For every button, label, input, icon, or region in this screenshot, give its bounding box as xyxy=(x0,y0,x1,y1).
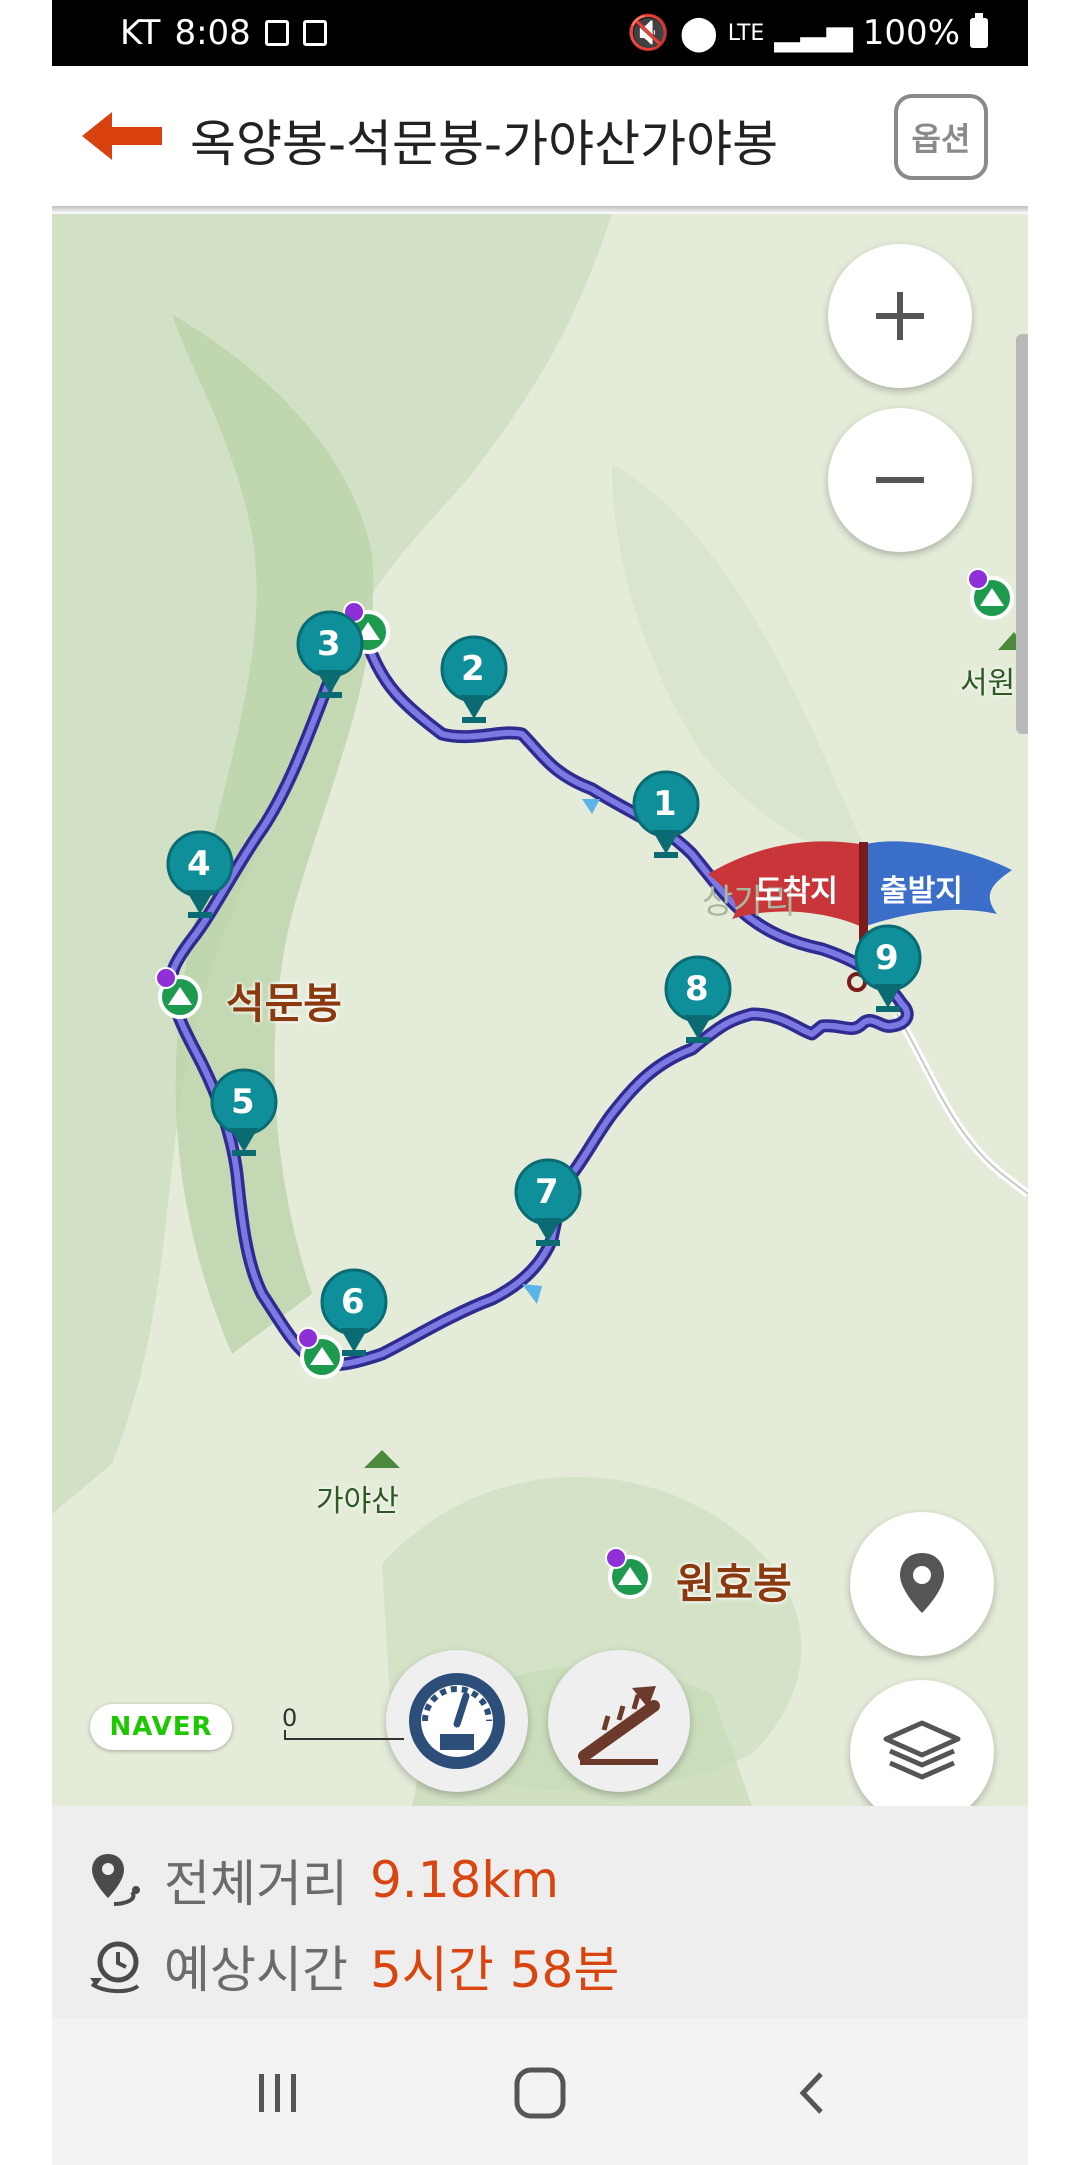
waypoint-label[interactable]: 2 xyxy=(461,649,485,689)
network-label: LTE xyxy=(727,20,765,46)
clock: 8:08 xyxy=(174,13,251,53)
home-icon xyxy=(514,2067,566,2119)
peak-label-wonhyobong[interactable]: 원효봉 xyxy=(676,1550,792,1611)
top-app-bar: 옥양봉-석문봉-가야산가야봉 옵션 xyxy=(52,66,1028,206)
carrier-label: KT xyxy=(120,13,161,53)
back-arrow-icon xyxy=(82,112,162,160)
back-button[interactable] xyxy=(76,106,166,166)
waypoint-label[interactable]: 4 xyxy=(187,844,211,884)
waypoint-label[interactable]: 8 xyxy=(685,969,709,1009)
mute-icon: 🔇 xyxy=(627,13,670,53)
layers-icon xyxy=(883,1720,961,1780)
recent-apps-icon xyxy=(259,2074,296,2112)
side-panel-handle[interactable] xyxy=(1016,334,1028,734)
time-row: 예상시간 5시간 58분 xyxy=(88,1930,619,2002)
my-location-button[interactable] xyxy=(850,1512,994,1656)
peak-label-seokmunbong[interactable]: 석문봉 xyxy=(226,970,342,1031)
time-value: 5시간 58분 xyxy=(370,1941,620,1999)
clock-icon xyxy=(90,1941,140,1993)
zoom-in-button[interactable] xyxy=(828,244,972,388)
waypoint-label[interactable]: 3 xyxy=(317,624,341,664)
signal-icon: ▂▃▅ xyxy=(774,13,853,53)
distance-pin-icon xyxy=(92,1854,140,1906)
screenshot-icon xyxy=(302,20,327,46)
waypoint-label[interactable]: 1 xyxy=(653,784,677,824)
battery-percent: 100% xyxy=(862,13,960,53)
waypoint-label[interactable]: 9 xyxy=(875,938,899,978)
status-bar: KT 8:08 🔇 ⬤ LTE ▂▃▅ 100% xyxy=(52,0,1028,66)
battery-icon xyxy=(970,13,988,48)
waypoint-label[interactable]: 6 xyxy=(341,1282,365,1322)
notification-icon xyxy=(264,20,289,46)
waypoint-label[interactable]: 5 xyxy=(231,1082,255,1122)
distance-row: 전체거리 9.18km xyxy=(88,1844,559,1916)
departure-flag-label: 출발지 xyxy=(880,874,963,909)
home-button[interactable] xyxy=(500,2058,580,2128)
elevation-button[interactable] xyxy=(548,1650,690,1792)
slope-icon xyxy=(578,1686,660,1765)
system-nav-bar xyxy=(52,2018,1028,2165)
location-icon: ⬤ xyxy=(679,13,718,53)
page-title: 옥양봉-석문봉-가야산가야봉 xyxy=(190,115,779,173)
speedometer-icon xyxy=(409,1673,505,1769)
plus-icon xyxy=(876,292,924,340)
scale-zero-label: 0 xyxy=(282,1704,298,1732)
minus-icon xyxy=(876,477,924,483)
time-label: 예상시간 xyxy=(164,1941,348,1999)
header-shadow xyxy=(52,206,1028,214)
waypoint-label[interactable]: 7 xyxy=(535,1172,559,1212)
arrival-flag-label: 도착지 xyxy=(755,874,838,909)
app-screen: KT 8:08 🔇 ⬤ LTE ▂▃▅ 100% 옥양봉-석문봉-가야산가야봉 … xyxy=(0,0,1080,2165)
location-pin-icon xyxy=(900,1553,944,1613)
naver-logo: NAVER xyxy=(90,1704,232,1750)
speed-gauge-button[interactable] xyxy=(386,1650,528,1792)
options-button[interactable]: 옵션 xyxy=(894,94,988,180)
route-info-panel: 전체거리 9.18km 예상시간 5시간 58분 xyxy=(52,1806,1028,2018)
chevron-left-icon xyxy=(799,2072,823,2114)
map-view[interactable]: 상가리 도착지 출발지 석문봉 원효봉 가야산 서원산 xyxy=(52,214,1028,1806)
distance-label: 전체거리 xyxy=(164,1855,348,1913)
distance-value: 9.18km xyxy=(370,1851,559,1909)
zoom-out-button[interactable] xyxy=(828,408,972,552)
map-scale-bar xyxy=(284,1730,404,1740)
peak-label-gayasan[interactable]: 가야산 xyxy=(316,1476,399,1520)
recent-apps-button[interactable] xyxy=(238,2058,318,2128)
back-nav-button[interactable] xyxy=(774,2058,854,2128)
